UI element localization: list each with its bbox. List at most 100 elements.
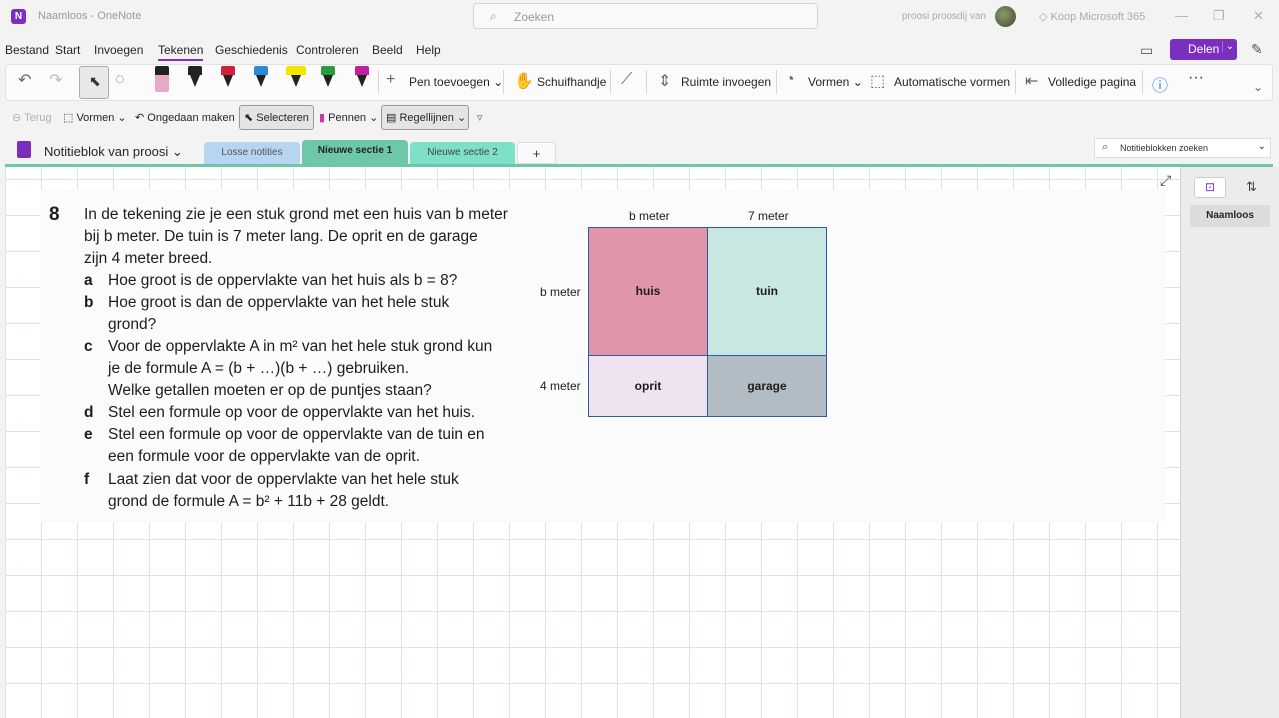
chevron-down-icon[interactable]: ⌄ bbox=[1258, 141, 1266, 152]
page-list-pane bbox=[1180, 167, 1279, 718]
notebook-selector[interactable]: Notitieblok van proosi ⌄ bbox=[44, 144, 183, 160]
auto-shapes-button[interactable]: Automatische vormen bbox=[894, 75, 1010, 89]
notebook-bar: Notitieblok van proosi ⌄ Losse notities … bbox=[0, 136, 1279, 166]
shapes-dropdown-label: Vormen bbox=[76, 112, 115, 124]
restore-icon[interactable]: ❐ bbox=[1213, 8, 1225, 24]
question-letter: a bbox=[84, 272, 93, 289]
insert-space-button[interactable]: Ruimte invoegen bbox=[681, 75, 771, 89]
shapes-dropdown[interactable]: ⬚ Vormen ⌄ bbox=[63, 111, 127, 124]
notebook-search-placeholder: Notitieblokken zoeken bbox=[1120, 143, 1209, 153]
menu-geschiedenis[interactable]: Geschiedenis bbox=[215, 43, 288, 57]
ribbon-separator bbox=[1015, 70, 1016, 94]
column-label: b meter bbox=[629, 209, 670, 223]
more-icon[interactable]: ··· bbox=[1188, 69, 1204, 87]
question-line: Stel een formule op voor de oppervlakte … bbox=[108, 404, 476, 421]
question-line: een formule voor de oppervlakte van de o… bbox=[108, 448, 420, 465]
onenote-logo-icon: N bbox=[11, 9, 26, 24]
menu-controleren[interactable]: Controleren bbox=[296, 43, 359, 57]
avatar[interactable] bbox=[995, 6, 1016, 27]
close-icon[interactable]: ✕ bbox=[1253, 8, 1264, 24]
menu-tekenen[interactable]: Tekenen bbox=[158, 43, 204, 61]
rule-lines-wrap: ▤ Regellijnen ⌄ bbox=[386, 112, 467, 124]
buy-label: Koop Microsoft 365 bbox=[1050, 11, 1146, 23]
comments-icon[interactable]: ✎ bbox=[1251, 41, 1263, 58]
question-letter: d bbox=[84, 404, 94, 421]
share-button[interactable]: Delen ⌄ bbox=[1170, 39, 1237, 60]
page-list-item[interactable]: Naamloos bbox=[1190, 205, 1270, 227]
customize-toolbar-icon[interactable]: ▿ bbox=[477, 111, 483, 124]
full-page-icon[interactable]: ⇤ bbox=[1025, 71, 1038, 91]
select-tool-button[interactable]: ⬉ bbox=[79, 66, 109, 99]
question-letter: b bbox=[84, 294, 94, 311]
highlighter-yellow[interactable] bbox=[286, 66, 306, 93]
tab-nieuwe-sectie-1[interactable]: Nieuwe sectie 1 bbox=[302, 140, 408, 165]
column-label: 7 meter bbox=[748, 209, 789, 223]
notebook-view-icon[interactable]: ▭ bbox=[1140, 42, 1153, 59]
pen-green[interactable] bbox=[321, 66, 335, 93]
sort-icon[interactable]: ⇅ bbox=[1246, 179, 1257, 195]
expand-icon[interactable]: ⤢ bbox=[1160, 172, 1171, 189]
insert-space-icon[interactable]: ⇕ bbox=[658, 71, 671, 91]
shapes-icon[interactable]: ◔ bbox=[785, 71, 795, 89]
pens-label: Pennen bbox=[328, 112, 367, 124]
ribbon-separator bbox=[776, 70, 777, 94]
undo-icon[interactable]: ↶ bbox=[18, 70, 31, 90]
back-button[interactable]: ⊖ Terug bbox=[12, 111, 52, 124]
expand-ribbon-icon[interactable]: ⌄ bbox=[1253, 80, 1263, 94]
auto-shapes-icon[interactable]: ⬚ bbox=[870, 71, 885, 91]
search-input[interactable]: ⌕ Zoeken bbox=[473, 3, 818, 29]
diagram-cell-huis: huis bbox=[588, 227, 708, 356]
pen-blue[interactable] bbox=[254, 66, 268, 93]
rule-lines-dropdown[interactable]: ▤ Regellijnen ⌄ bbox=[381, 105, 469, 130]
select-button[interactable]: ⬉ Selecteren bbox=[239, 105, 314, 130]
redo-icon[interactable]: ↷ bbox=[49, 70, 62, 90]
add-page-button[interactable]: ⊡ bbox=[1194, 177, 1226, 198]
notebook-icon bbox=[17, 141, 31, 158]
pen-black[interactable] bbox=[188, 66, 202, 93]
chevron-down-icon[interactable]: ⌄ bbox=[1221, 41, 1234, 52]
pen-pink[interactable] bbox=[155, 66, 169, 93]
rule-lines-label: Regellijnen bbox=[399, 112, 454, 124]
search-icon: ⌕ bbox=[1102, 141, 1109, 153]
notebook-search-input[interactable]: ⌕ Notitieblokken zoeken ⌄ bbox=[1094, 138, 1271, 158]
pen-red[interactable] bbox=[221, 66, 235, 93]
hand-icon[interactable]: ✋ bbox=[514, 71, 534, 91]
lasso-icon[interactable]: ◌ bbox=[115, 71, 125, 89]
menu-help[interactable]: Help bbox=[416, 43, 441, 57]
undo-button[interactable]: ↶ Ongedaan maken bbox=[135, 111, 235, 124]
question-letter: c bbox=[84, 338, 93, 355]
row-label: b meter bbox=[540, 285, 581, 299]
add-section-button[interactable]: + bbox=[517, 142, 556, 164]
tab-nieuwe-sectie-2[interactable]: Nieuwe sectie 2 bbox=[410, 142, 515, 164]
minimize-icon[interactable]: — bbox=[1175, 8, 1188, 23]
buy-microsoft-365-link[interactable]: ◇ Koop Microsoft 365 bbox=[1039, 10, 1145, 23]
help-icon[interactable]: ⓘ bbox=[1152, 72, 1168, 96]
question-line: Stel een formule op voor de oppervlakte … bbox=[108, 426, 485, 443]
diagram-cell-oprit: oprit bbox=[588, 355, 708, 417]
intro-line: In de tekening zie je een stuk grond met… bbox=[84, 206, 508, 223]
cursor-icon: ⬉ bbox=[89, 73, 101, 89]
pen-magenta[interactable] bbox=[355, 66, 369, 93]
pens-dropdown[interactable]: ▮ Pennen ⌄ bbox=[319, 111, 378, 124]
share-label: Delen bbox=[1188, 42, 1220, 56]
add-pen-button[interactable]: Pen toevoegen ⌄ bbox=[409, 75, 503, 89]
back-label: Terug bbox=[24, 112, 52, 124]
ruler-icon[interactable]: ⟋ bbox=[621, 71, 632, 89]
select-label-wrap: ⬉ Selecteren bbox=[244, 112, 309, 124]
menu-invoegen[interactable]: Invoegen bbox=[94, 43, 143, 57]
tab-losse-notities[interactable]: Losse notities bbox=[204, 142, 300, 164]
question-letter: e bbox=[84, 426, 93, 443]
shapes-label: Vormen bbox=[808, 75, 850, 89]
menu-bestand[interactable]: Bestand bbox=[5, 43, 49, 57]
pan-hand-button[interactable]: Schuifhandje bbox=[537, 75, 606, 89]
shapes-button[interactable]: Vormen ⌄ bbox=[808, 75, 863, 89]
plus-icon[interactable]: + bbox=[386, 71, 395, 89]
menu-beeld[interactable]: Beeld bbox=[372, 43, 403, 57]
menu-start[interactable]: Start bbox=[55, 43, 80, 57]
title-bar: N Naamloos - OneNote ⌕ Zoeken proosi pro… bbox=[0, 0, 1279, 34]
ribbon-separator bbox=[610, 70, 611, 94]
user-name[interactable]: proosi proosdij van bbox=[902, 11, 986, 22]
full-page-button[interactable]: Volledige pagina bbox=[1048, 75, 1136, 89]
search-placeholder: Zoeken bbox=[514, 10, 555, 24]
intro-line: zijn 4 meter breed. bbox=[84, 250, 213, 267]
